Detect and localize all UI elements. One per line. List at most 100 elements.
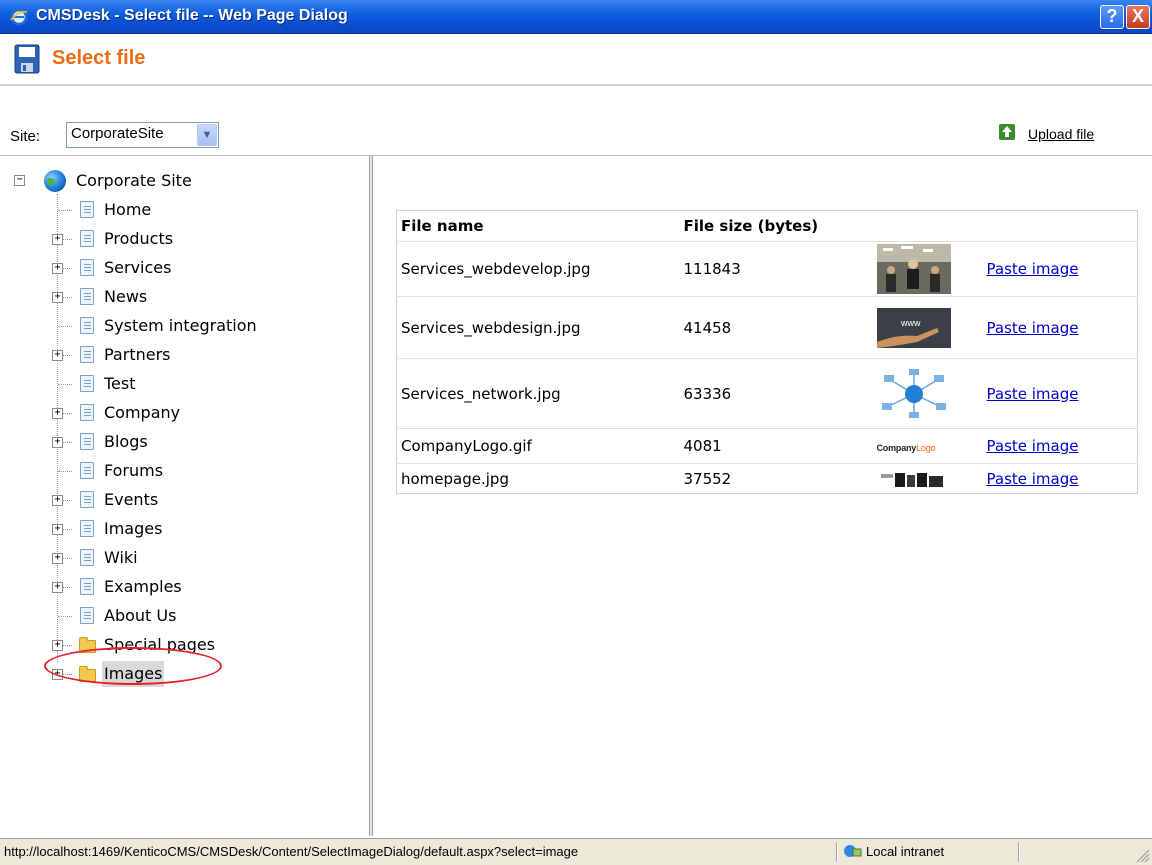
table-row[interactable]: Services_webdesign.jpg 41458 www Paste i… bbox=[396, 296, 1138, 359]
status-divider bbox=[836, 842, 838, 862]
window-title: CMSDesk - Select file -- Web Page Dialog bbox=[36, 7, 348, 24]
thumbnail-image bbox=[876, 368, 951, 419]
table-row[interactable]: Services_network.jpg 63336 Paste image bbox=[396, 358, 1138, 429]
paste-image-link[interactable]: Paste image bbox=[987, 437, 1079, 455]
paste-image-link[interactable]: Paste image bbox=[987, 319, 1079, 337]
expand-toggle[interactable]: + bbox=[52, 292, 63, 303]
tree-item[interactable]: System integration bbox=[0, 313, 330, 339]
upload-icon[interactable] bbox=[998, 123, 1016, 141]
tree-item-label: Images bbox=[104, 519, 163, 538]
resize-grip-icon[interactable] bbox=[1134, 847, 1150, 863]
collapse-toggle[interactable]: − bbox=[14, 175, 25, 186]
row-action: Paste image bbox=[982, 296, 1138, 359]
tree-item-label: Events bbox=[104, 490, 159, 509]
tree-item-label: Forums bbox=[104, 461, 164, 480]
expand-toggle[interactable]: + bbox=[52, 350, 63, 361]
expand-toggle[interactable]: + bbox=[52, 582, 63, 593]
tree-item[interactable]: + Images bbox=[0, 516, 330, 542]
tree-connector bbox=[58, 384, 72, 385]
page-icon bbox=[80, 607, 94, 624]
expand-toggle[interactable]: + bbox=[52, 234, 63, 245]
page-icon bbox=[80, 578, 94, 595]
paste-image-link[interactable]: Paste image bbox=[987, 385, 1079, 403]
tree-item-label: Test bbox=[104, 374, 136, 393]
row-action: Paste image bbox=[982, 241, 1138, 297]
tree-item[interactable]: Home bbox=[0, 197, 330, 223]
column-header-file-name[interactable]: File name bbox=[397, 211, 680, 242]
paste-image-link[interactable]: Paste image bbox=[987, 470, 1079, 488]
tree-root-label: Corporate Site bbox=[76, 171, 192, 190]
tree-item-label: About Us bbox=[104, 606, 177, 625]
file-name: Services_webdevelop.jpg bbox=[396, 241, 680, 297]
file-size: 41458 bbox=[679, 296, 873, 359]
table-row[interactable]: homepage.jpg 37552 Paste image bbox=[396, 463, 1138, 494]
expand-toggle[interactable]: + bbox=[52, 495, 63, 506]
expand-toggle[interactable]: + bbox=[52, 408, 63, 419]
close-button[interactable]: X bbox=[1126, 5, 1150, 29]
tree-item[interactable]: + Partners bbox=[0, 342, 330, 368]
status-url: http://localhost:1469/KenticoCMS/CMSDesk… bbox=[4, 844, 579, 859]
company-logo-thumbnail: CompanyLogo bbox=[877, 443, 936, 453]
page-icon bbox=[80, 346, 94, 363]
file-name: Services_network.jpg bbox=[396, 358, 680, 429]
tree-item-label: Partners bbox=[104, 345, 171, 364]
chevron-down-icon[interactable]: ▼ bbox=[197, 124, 217, 146]
page-icon bbox=[80, 491, 94, 508]
tree-item[interactable]: + Blogs bbox=[0, 429, 330, 455]
table-row[interactable]: CompanyLogo.gif 4081 CompanyLogo Paste i… bbox=[396, 428, 1138, 464]
paste-image-link[interactable]: Paste image bbox=[987, 260, 1079, 278]
tree-item-label: Products bbox=[104, 229, 174, 248]
site-label: Site: bbox=[10, 128, 41, 145]
tree-item[interactable]: + Company bbox=[0, 400, 330, 426]
page-icon bbox=[80, 404, 94, 421]
tree-item-label: Blogs bbox=[104, 432, 148, 451]
site-toolbar: Site: CorporateSite ▼ Upload file bbox=[0, 118, 1152, 154]
tree-item[interactable]: Test bbox=[0, 371, 330, 397]
file-size: 63336 bbox=[679, 358, 873, 429]
page-title: Select file bbox=[52, 47, 146, 69]
page-icon bbox=[80, 520, 94, 537]
table-header-row: File name File size (bytes) bbox=[397, 211, 1138, 242]
site-select[interactable]: CorporateSite ▼ bbox=[66, 122, 219, 148]
highlight-ring bbox=[44, 647, 222, 685]
tree-root-node[interactable]: − Corporate Site bbox=[0, 168, 300, 194]
tree-item[interactable]: + Examples bbox=[0, 574, 330, 600]
tree-item[interactable]: About Us bbox=[0, 603, 330, 629]
tree-item[interactable]: Forums bbox=[0, 458, 330, 484]
tree-item-label: Services bbox=[104, 258, 172, 277]
tree-item-label: System integration bbox=[104, 316, 257, 335]
table-row[interactable]: Services_webdevelop.jpg 111843 Paste ima… bbox=[396, 241, 1138, 297]
file-size: 37552 bbox=[679, 463, 873, 494]
globe-icon bbox=[44, 170, 66, 192]
file-thumbnail: CompanyLogo bbox=[872, 428, 983, 464]
expand-toggle[interactable]: + bbox=[52, 263, 63, 274]
column-header-file-size[interactable]: File size (bytes) bbox=[680, 211, 873, 242]
tree-item[interactable]: + Wiki bbox=[0, 545, 330, 571]
help-button[interactable]: ? bbox=[1100, 5, 1124, 29]
page-icon bbox=[80, 288, 94, 305]
page-icon bbox=[80, 230, 94, 247]
file-thumbnail bbox=[872, 463, 983, 494]
page-icon bbox=[80, 317, 94, 334]
file-thumbnail: www bbox=[872, 296, 983, 359]
tree-connector bbox=[58, 326, 72, 327]
tree-item[interactable]: + News bbox=[0, 284, 330, 310]
expand-toggle[interactable]: + bbox=[52, 553, 63, 564]
floppy-disk-icon bbox=[14, 44, 40, 74]
tree-connector bbox=[58, 471, 72, 472]
tree-item[interactable]: + Events bbox=[0, 487, 330, 513]
company-logo-accent-text: Logo bbox=[916, 443, 936, 453]
expand-toggle[interactable]: + bbox=[52, 437, 63, 448]
file-name: homepage.jpg bbox=[396, 463, 680, 494]
file-thumbnail bbox=[872, 241, 983, 297]
pane-splitter[interactable] bbox=[370, 156, 373, 836]
internet-explorer-icon bbox=[10, 8, 28, 26]
tree-item[interactable]: + Products bbox=[0, 226, 330, 252]
thumbnail-www-text: www bbox=[900, 318, 921, 328]
tree-connector bbox=[58, 616, 72, 617]
expand-toggle[interactable]: + bbox=[52, 640, 63, 651]
upload-file-link[interactable]: Upload file bbox=[1028, 126, 1094, 142]
expand-toggle[interactable]: + bbox=[52, 524, 63, 535]
tree-item[interactable]: + Services bbox=[0, 255, 330, 281]
tree-item-label: Company bbox=[104, 403, 181, 422]
